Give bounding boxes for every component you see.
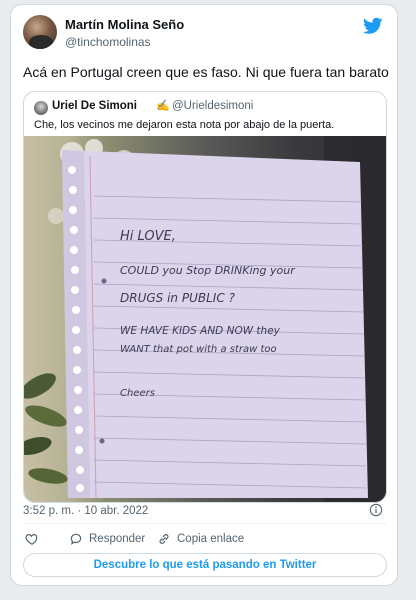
link-icon — [159, 534, 169, 544]
quoted-tweet[interactable]: Uriel De Simoni ✍ @Urieldesimoni Che, lo… — [23, 91, 387, 503]
note-line: WE HAVE KIDS AND NOW they — [120, 325, 281, 337]
copy-link-label: Copia enlace — [177, 533, 245, 545]
tweet-card: Martín Molina Seño @tinchomolinas Acá en… — [10, 4, 398, 586]
author-name[interactable]: Martín Molina Seño — [65, 17, 184, 32]
note-photo-illustration: Hi LOVE, COULD you Stop DRINKing your DR… — [24, 136, 386, 502]
quoted-author-name[interactable]: Uriel De Simoni — [52, 100, 137, 112]
quoted-author-avatar[interactable] — [34, 101, 48, 115]
reply-label: Responder — [89, 533, 146, 545]
info-icon[interactable] — [369, 503, 383, 517]
note-line: WANT that pot with a straw too — [120, 344, 277, 355]
discover-twitter-button[interactable]: Descubre lo que está pasando en Twitter — [23, 553, 387, 577]
copy-link-button[interactable]: Copia enlace — [157, 532, 244, 546]
tweet-timestamp[interactable]: 3:52 p. m. · 10 abr. 2022 — [23, 505, 148, 517]
like-button[interactable] — [25, 532, 45, 546]
quoted-tweet-text: Che, los vecinos me dejaron esta nota po… — [34, 119, 335, 131]
note-line: Cheers — [120, 388, 155, 399]
author-handle[interactable]: @tinchomolinas — [65, 35, 151, 49]
reply-bubble-icon — [70, 533, 82, 545]
reply-button[interactable]: Responder — [69, 532, 145, 546]
note-line: COULD you Stop DRINKing your — [120, 264, 296, 277]
pencil-emoji-icon: ✍ — [156, 100, 170, 112]
divider — [23, 523, 387, 524]
heart-icon — [25, 534, 38, 545]
author-avatar[interactable] — [23, 15, 57, 49]
quoted-author-handle[interactable]: @Urieldesimoni — [172, 100, 253, 112]
note-line: Hi LOVE, — [120, 229, 176, 244]
tweet-text: Acá en Portugal creen que es faso. Ni qu… — [23, 64, 389, 80]
note-line: DRUGS in PUBLIC ? — [120, 291, 236, 305]
quoted-tweet-photo[interactable]: Hi LOVE, COULD you Stop DRINKing your DR… — [24, 136, 386, 502]
twitter-bird-icon[interactable] — [363, 17, 383, 35]
